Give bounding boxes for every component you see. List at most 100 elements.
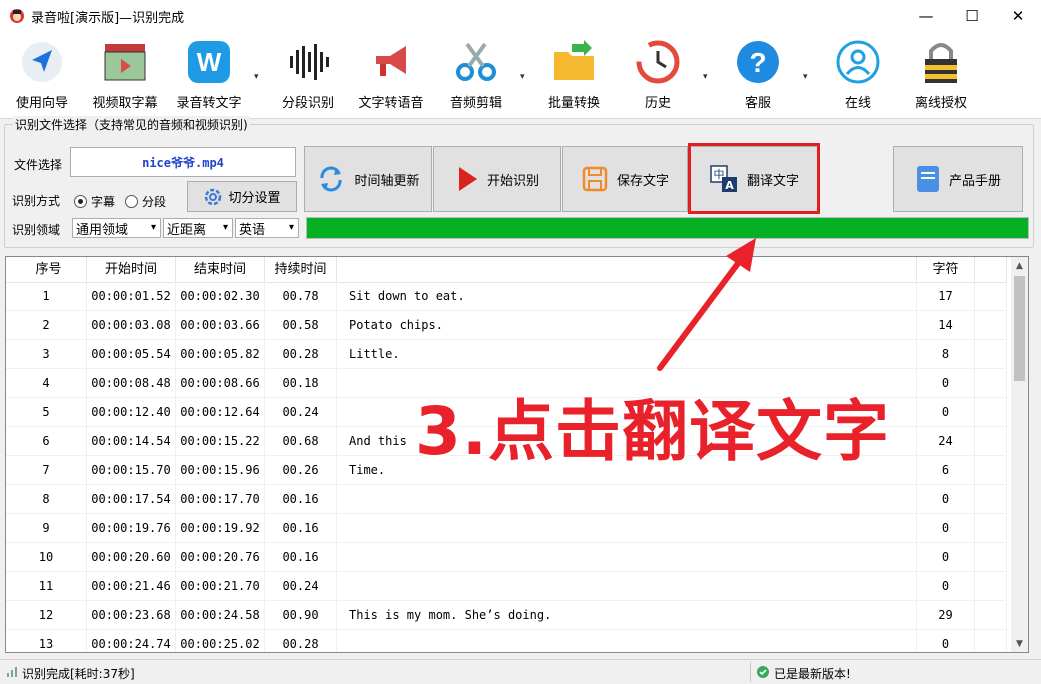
chevron-down-icon[interactable]: ▾ <box>520 72 525 82</box>
chevron-down-icon: ▾ <box>222 222 228 233</box>
table-cell: 00.18 <box>265 369 337 398</box>
toolbar-guide[interactable]: 使用向导 <box>10 38 74 111</box>
chevron-down-icon[interactable]: ▾ <box>703 72 708 82</box>
folder-arrow-icon <box>550 38 598 86</box>
column-header[interactable]: 结束时间 <box>176 257 265 282</box>
chevron-down-icon[interactable]: ▾ <box>803 72 808 82</box>
scroll-thumb[interactable] <box>1014 276 1025 381</box>
megaphone-icon <box>367 38 415 86</box>
book-icon <box>915 164 941 194</box>
toolbar-offline-license[interactable]: 离线授权 <box>906 38 976 111</box>
mode-label: 识别方式 <box>12 194 61 208</box>
table-cell: 9 <box>6 514 87 543</box>
start-recognize-label: 开始识别 <box>486 173 539 189</box>
maximize-button[interactable]: ☐ <box>949 0 995 32</box>
file-select-button[interactable]: nice爷爷.mp4 <box>70 147 296 177</box>
toolbar-label: 音频剪辑 <box>449 96 502 111</box>
mode-radio-segment[interactable]: 分段 <box>125 193 166 210</box>
table-row[interactable]: 12 00:00:23.68 00:00:24.58 00.90 This is my … <box>6 601 1007 630</box>
domain-select[interactable]: 通用领域 ▾ <box>72 218 161 238</box>
table-cell: 00.28 <box>265 340 337 369</box>
table-cell: 00:00:02.30 <box>176 282 265 311</box>
vertical-scrollbar[interactable]: ▲ ▼ <box>1011 257 1028 652</box>
window-title: 录音啦[演示版]—识别完成 <box>31 10 185 26</box>
timeline-update-button[interactable]: 时间轴更新 <box>304 146 432 212</box>
play-icon <box>455 165 479 193</box>
table-row[interactable]: 2 00:00:03.08 00:00:03.66 00.58 Potato chips… <box>6 311 1007 340</box>
table-row[interactable]: 9 00:00:19.76 00:00:19.92 00.16 0 <box>6 514 1007 543</box>
start-recognize-button[interactable]: 开始识别 <box>433 146 561 212</box>
table-cell <box>337 485 917 514</box>
table-cell: 14 <box>917 311 975 340</box>
column-header[interactable]: 开始时间 <box>87 257 176 282</box>
table-cell-filler <box>975 282 1007 311</box>
chevron-down-icon[interactable]: ▾ <box>254 72 259 82</box>
progress-fill <box>307 218 1028 238</box>
column-header[interactable]: 持续时间 <box>265 257 337 282</box>
table-row[interactable]: 10 00:00:20.60 00:00:20.76 00.16 0 <box>6 543 1007 572</box>
manual-button[interactable]: 产品手册 <box>893 146 1023 212</box>
table-cell: 1 <box>6 282 87 311</box>
distance-select[interactable]: 近距离 ▾ <box>163 218 233 238</box>
toolbar-segment-recognize[interactable]: 分段识别 <box>276 38 340 111</box>
split-settings-button[interactable]: 切分设置 <box>187 181 297 212</box>
table-cell: 00:00:14.54 <box>87 427 176 456</box>
table-cell: 0 <box>917 572 975 601</box>
timeline-update-label: 时间轴更新 <box>354 173 420 189</box>
table-cell: 10 <box>6 543 87 572</box>
table-cell: 00.16 <box>265 543 337 572</box>
toolbar-label: 文字转语音 <box>358 96 424 111</box>
table-cell-filler <box>975 398 1007 427</box>
table-row[interactable]: 1 00:00:01.52 00:00:02.30 00.78 Sit down to … <box>6 282 1007 311</box>
table-row[interactable]: 8 00:00:17.54 00:00:17.70 00.16 0 <box>6 485 1007 514</box>
save-text-label: 保存文字 <box>616 173 669 189</box>
table-cell: 8 <box>6 485 87 514</box>
scroll-down-icon[interactable]: ▼ <box>1011 635 1028 652</box>
column-header[interactable]: 字符 <box>917 257 975 282</box>
column-header[interactable] <box>337 257 917 282</box>
table-row[interactable]: 11 00:00:21.46 00:00:21.70 00.24 0 <box>6 572 1007 601</box>
table-cell: 00:00:20.60 <box>87 543 176 572</box>
minimize-button[interactable]: — <box>903 0 949 32</box>
w-logo-icon: W <box>185 38 233 86</box>
status-bars-icon <box>7 667 17 677</box>
table-cell: 00.90 <box>265 601 337 630</box>
table-row[interactable]: 13 00:00:24.74 00:00:25.02 00.28 0 <box>6 630 1007 652</box>
table-cell-filler <box>975 427 1007 456</box>
toolbar-label: 客服 <box>744 96 771 111</box>
table-cell: Sit down to eat. <box>337 282 917 311</box>
toolbar-support[interactable]: ? 客服 <box>728 38 788 111</box>
toolbar-online[interactable]: 在线 <box>828 38 888 111</box>
table-cell: 2 <box>6 311 87 340</box>
table-row[interactable]: 3 00:00:05.54 00:00:05.82 00.28 Little. 8 <box>6 340 1007 369</box>
table-cell-filler <box>975 340 1007 369</box>
language-select[interactable]: 英语 ▾ <box>235 218 299 238</box>
toolbar-video-subtitle[interactable]: 视频取字幕 <box>88 38 162 111</box>
mode-radio-subtitle[interactable]: 字幕 <box>74 193 115 210</box>
table-cell: 7 <box>6 456 87 485</box>
toolbar-batch-convert[interactable]: 批量转换 <box>542 38 606 111</box>
radio-label: 分段 <box>142 195 167 209</box>
scroll-up-icon[interactable]: ▲ <box>1011 257 1028 274</box>
table-cell: 00:00:23.68 <box>87 601 176 630</box>
question-icon: ? <box>734 38 782 86</box>
table-cell: 00.26 <box>265 456 337 485</box>
table-cell: 00:00:15.96 <box>176 456 265 485</box>
table-cell-filler <box>975 369 1007 398</box>
select-value: 近距离 <box>167 222 207 238</box>
table-cell: 24 <box>917 427 975 456</box>
toolbar-text-to-speech[interactable]: 文字转语音 <box>354 38 428 111</box>
table-cell: 3 <box>6 340 87 369</box>
table-cell: 0 <box>917 398 975 427</box>
table-cell: 12 <box>6 601 87 630</box>
toolbar-history[interactable]: 历史 <box>628 38 688 111</box>
table-cell-filler <box>975 543 1007 572</box>
annotation-text: 3.点击翻译文字 <box>414 392 891 472</box>
toolbar-audio-edit[interactable]: 音频剪辑 <box>444 38 508 111</box>
toolbar-audio-to-text[interactable]: W 录音转文字 <box>172 38 246 111</box>
toolbar-label: 离线授权 <box>914 96 967 111</box>
save-text-button[interactable]: 保存文字 <box>562 146 688 212</box>
column-header[interactable]: 序号 <box>6 257 87 282</box>
close-button[interactable]: ✕ <box>995 0 1041 32</box>
table-cell: 00:00:20.76 <box>176 543 265 572</box>
